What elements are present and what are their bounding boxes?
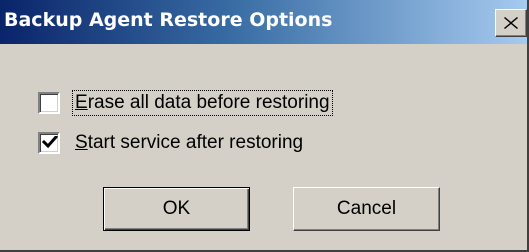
cancel-button[interactable]: Cancel: [293, 187, 440, 231]
erase-label-text: rase all data before restoring: [87, 92, 330, 113]
window-title: Backup Agent Restore Options: [4, 9, 333, 31]
erase-data-checkbox[interactable]: [38, 92, 60, 114]
start-service-label[interactable]: Start service after restoring: [74, 132, 304, 154]
erase-mnemonic: E: [75, 92, 88, 113]
ok-button[interactable]: OK: [103, 187, 250, 231]
title-bar[interactable]: Backup Agent Restore Options: [0, 0, 527, 44]
checkmark-icon: [42, 136, 58, 149]
erase-data-option[interactable]: Erase all data before restoring: [38, 90, 333, 116]
start-service-option[interactable]: Start service after restoring: [38, 131, 304, 155]
restore-options-dialog: Backup Agent Restore Options Erase all d…: [0, 0, 529, 252]
start-mnemonic: S: [75, 132, 88, 153]
close-button[interactable]: [495, 9, 527, 37]
start-label-text: tart service after restoring: [87, 132, 304, 153]
close-icon: [504, 17, 518, 29]
start-service-checkbox[interactable]: [38, 132, 60, 154]
erase-data-label[interactable]: Erase all data before restoring: [72, 90, 333, 116]
